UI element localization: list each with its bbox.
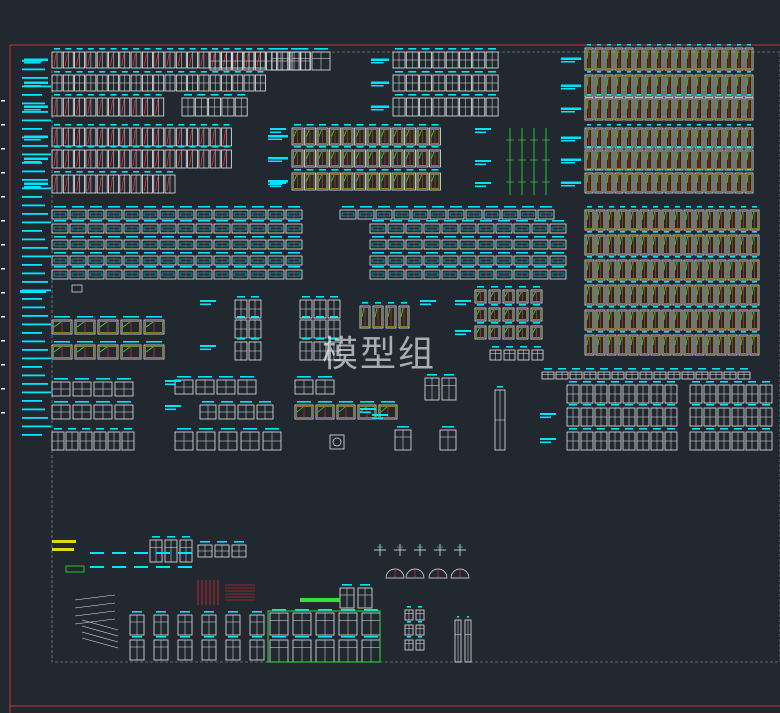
window-row [299,319,341,339]
window-row [299,341,341,361]
window-row [299,299,341,319]
window-row [197,544,247,558]
cad-drawing-sheet [0,0,780,713]
